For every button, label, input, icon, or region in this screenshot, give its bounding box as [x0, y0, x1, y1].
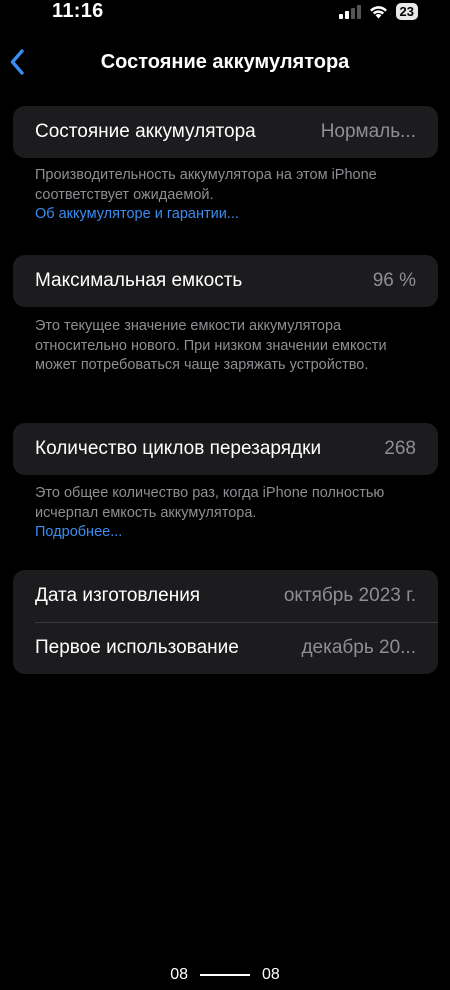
wifi-icon: [369, 5, 387, 18]
battery-health-description: Производительность аккумулятора на этом …: [35, 167, 377, 203]
battery-health-card[interactable]: Состояние аккумулятора Нормаль...: [13, 106, 438, 158]
bottom-left-text: 08: [170, 966, 188, 983]
max-capacity-row: Максимальная емкость 96 %: [13, 255, 438, 307]
bottom-overlay: 08 08: [0, 964, 450, 986]
max-capacity-card: Максимальная емкость 96 %: [13, 255, 438, 307]
max-capacity-footnote: Это текущее значение емкости аккумулятор…: [35, 317, 425, 376]
battery-health-screen: 11:16 23 Состояние аккумулятора Состояни…: [0, 0, 450, 990]
dates-card: Дата изготовления октябрь 2023 г. Первое…: [13, 570, 438, 674]
max-capacity-label: Максимальная емкость: [35, 270, 243, 291]
battery-icon: 23: [395, 3, 418, 20]
status-bar: 11:16 23: [0, 0, 450, 28]
page-title: Состояние аккумулятора: [100, 51, 350, 73]
battery-health-footnote: Производительность аккумулятора на этом …: [35, 166, 425, 225]
status-time: 11:16: [52, 0, 104, 22]
first-use-label: Первое использование: [35, 637, 239, 658]
battery-health-value: Нормаль...: [320, 121, 416, 142]
cycle-count-description: Это общее количество раз, когда iPhone п…: [35, 485, 385, 521]
cycle-count-footnote: Это общее количество раз, когда iPhone п…: [35, 484, 425, 543]
bottom-right-text: 08: [262, 966, 280, 983]
manufacture-date-value: октябрь 2023 г.: [283, 585, 416, 606]
battery-warranty-link[interactable]: Об аккумуляторе и гарантии...: [35, 205, 425, 225]
max-capacity-value: 96 %: [372, 270, 416, 291]
cycle-count-value: 268: [384, 438, 416, 459]
cycle-count-label: Количество циклов перезарядки: [35, 438, 322, 459]
cycle-count-card: Количество циклов перезарядки 268: [13, 423, 438, 475]
home-indicator[interactable]: [200, 974, 250, 976]
first-use-row: Первое использование декабрь 20...: [13, 622, 438, 674]
navigation-bar: Состояние аккумулятора: [0, 44, 450, 84]
battery-health-row[interactable]: Состояние аккумулятора Нормаль...: [13, 106, 438, 158]
battery-health-label: Состояние аккумулятора: [35, 121, 256, 142]
max-capacity-description: Это текущее значение емкости аккумулятор…: [35, 318, 387, 373]
cycle-count-row: Количество циклов перезарядки 268: [13, 423, 438, 475]
status-icons: 23: [338, 3, 418, 20]
first-use-value: декабрь 20...: [301, 637, 416, 658]
manufacture-date-row: Дата изготовления октябрь 2023 г.: [13, 570, 438, 622]
manufacture-date-label: Дата изготовления: [35, 585, 201, 606]
battery-level: 23: [399, 4, 414, 19]
learn-more-link[interactable]: Подробнее...: [35, 523, 425, 543]
cellular-signal-icon: [338, 4, 361, 19]
